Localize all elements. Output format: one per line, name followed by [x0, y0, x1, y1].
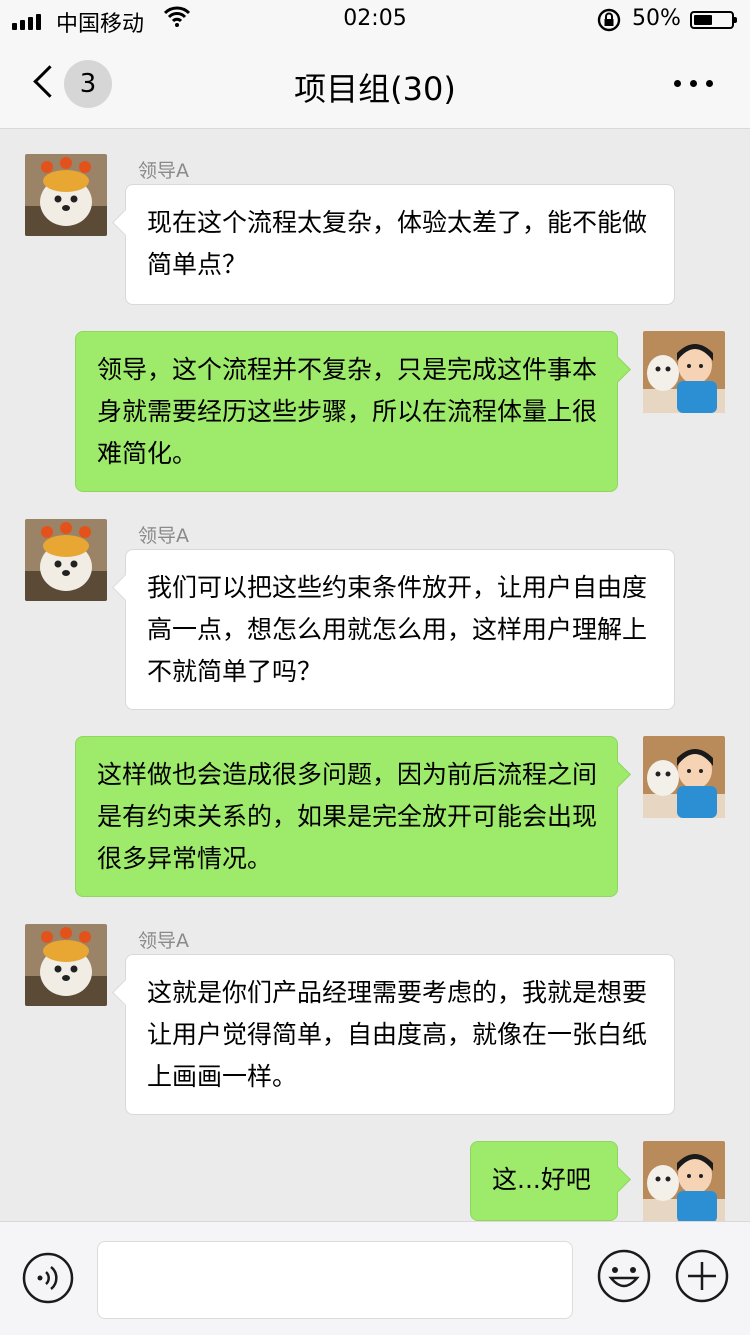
nav-bar: 3 项目组(30): [0, 40, 750, 129]
plus-circle-icon[interactable]: [674, 1248, 730, 1304]
avatar[interactable]: [25, 154, 107, 236]
message-input[interactable]: [97, 1241, 573, 1319]
battery-level: [694, 15, 712, 25]
battery-icon: [690, 11, 737, 29]
message-bubble[interactable]: 领导，这个流程并不复杂，只是完成这件事本身就需要经历这些步骤，所以在流程体量上很…: [75, 331, 618, 492]
input-bar: [0, 1221, 750, 1335]
emoji-icon[interactable]: [596, 1248, 652, 1304]
message-bubble[interactable]: 这...好吧: [470, 1141, 618, 1221]
message-bubble[interactable]: 这就是你们产品经理需要考虑的，我就是想要让用户觉得简单，自由度高，就像在一张白纸…: [125, 954, 675, 1115]
sender-name: 领导A: [138, 930, 189, 952]
sender-name: 领导A: [138, 525, 189, 547]
avatar[interactable]: [25, 924, 107, 1006]
avatar[interactable]: [643, 331, 725, 413]
page-title: 项目组(30): [294, 70, 456, 108]
sender-name: 领导A: [138, 160, 189, 182]
avatar[interactable]: [643, 1141, 725, 1221]
rotation-lock-icon: [596, 7, 622, 39]
avatar[interactable]: [25, 519, 107, 601]
more-dots-icon[interactable]: [674, 80, 713, 87]
message-bubble[interactable]: 我们可以把这些约束条件放开，让用户自由度高一点，想怎么用就怎么用，这样用户理解上…: [125, 549, 675, 710]
message-bubble[interactable]: 现在这个流程太复杂，体验太差了，能不能做简单点？: [125, 184, 675, 305]
battery-percent: 50%: [632, 6, 681, 31]
chat-message-list[interactable]: 领导A 现在这个流程太复杂，体验太差了，能不能做简单点？ 领导，这个流程并不复杂…: [0, 129, 750, 1221]
voice-icon[interactable]: [22, 1252, 74, 1304]
avatar[interactable]: [643, 736, 725, 818]
message-bubble[interactable]: 这样做也会造成很多问题，因为前后流程之间是有约束关系的，如果是完全放开可能会出现…: [75, 736, 618, 897]
status-bar: 中国移动 02:05 50%: [0, 0, 750, 40]
